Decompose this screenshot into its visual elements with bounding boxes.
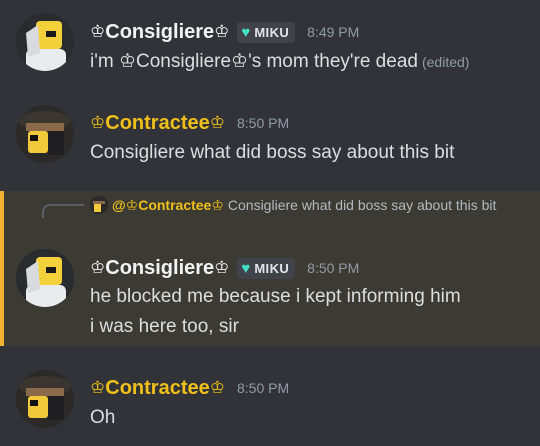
reply-mention[interactable]: @♔Contractee♔ — [112, 197, 224, 213]
timestamp[interactable]: 8:50 PM — [237, 376, 289, 400]
username-text: Contractee — [105, 377, 210, 399]
message-text: Oh — [90, 407, 116, 428]
guild-tag[interactable]: ♥ MIKU — [237, 257, 296, 279]
crown-icon: ♔ — [90, 258, 106, 277]
chat-log: ♔ Consigliere ♔ ♥ MIKU 8:49 PM i'm ♔Consig… — [0, 0, 540, 446]
crown-icon: ♔ — [209, 378, 225, 397]
avatar[interactable] — [16, 249, 74, 307]
heart-icon: ♥ — [241, 259, 251, 277]
timestamp[interactable]: 8:50 PM — [307, 256, 359, 280]
timestamp[interactable]: 8:50 PM — [237, 111, 289, 135]
crown-icon: ♔ — [209, 113, 225, 132]
username[interactable]: ♔ Consigliere ♔ — [90, 20, 229, 44]
edited-label: (edited) — [421, 54, 470, 70]
username[interactable]: ♔ Consigliere ♔ — [90, 256, 229, 280]
crown-icon: ♔ — [90, 22, 106, 41]
avatar[interactable] — [16, 13, 74, 71]
reply-spine — [42, 204, 84, 218]
avatar[interactable] — [16, 105, 74, 163]
avatar[interactable] — [16, 370, 74, 428]
message-content: i'm ♔Consigliere♔'s mom they're dead (edi… — [90, 47, 469, 77]
crown-icon: ♔ — [90, 113, 106, 132]
heart-icon: ♥ — [241, 23, 251, 41]
timestamp[interactable]: 8:49 PM — [307, 20, 359, 44]
crown-icon: ♔ — [214, 258, 230, 277]
message-text-line-2: i was here too, sir — [90, 316, 239, 337]
username-text: Consigliere — [105, 257, 215, 279]
guild-tag-label: MIKU — [254, 260, 290, 276]
message-text: i'm ♔Consigliere♔'s mom they're dead — [90, 51, 418, 72]
username-text: Contractee — [105, 112, 210, 134]
reply-text: Consigliere what did boss say about this… — [227, 197, 497, 213]
message-text: Consigliere what did boss say about this… — [90, 142, 455, 163]
username[interactable]: ♔ Contractee ♔ — [90, 376, 225, 400]
reply-preview[interactable]: @♔Contractee♔ Consigliere what did boss s… — [90, 195, 520, 216]
crown-icon: ♔ — [214, 22, 230, 41]
guild-tag-label: MIKU — [254, 24, 290, 40]
reply-avatar — [90, 196, 108, 214]
guild-tag[interactable]: ♥ MIKU — [237, 21, 296, 43]
crown-icon: ♔ — [90, 378, 106, 397]
username-text: Consigliere — [105, 21, 215, 43]
message-text-line-1: he blocked me because i kept informing h… — [90, 286, 461, 307]
username[interactable]: ♔ Contractee ♔ — [90, 111, 225, 135]
